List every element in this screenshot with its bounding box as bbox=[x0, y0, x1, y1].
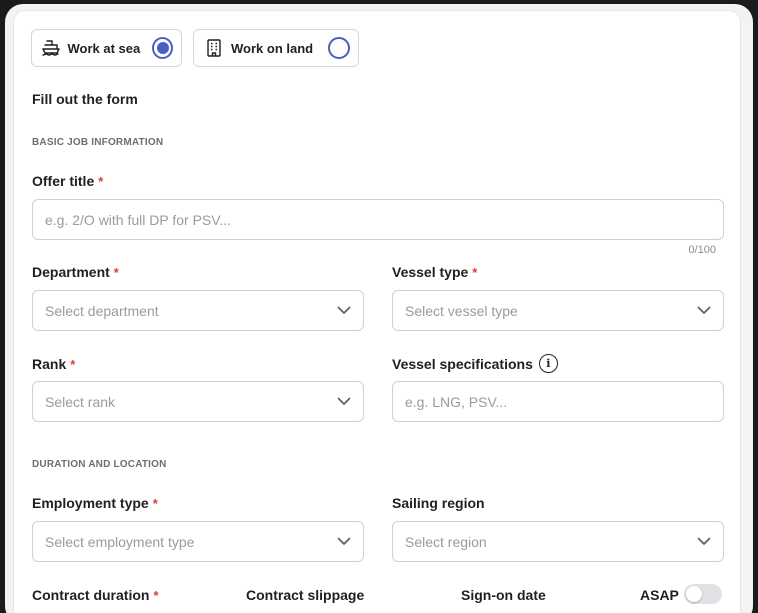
department-label: Department * bbox=[32, 264, 119, 280]
required-marker: * bbox=[70, 356, 76, 372]
required-marker: * bbox=[98, 173, 104, 189]
sailing-region-placeholder: Select region bbox=[405, 533, 487, 550]
employment-type-label: Employment type * bbox=[32, 495, 158, 511]
offer-title-input[interactable]: e.g. 2/O with full DP for PSV... bbox=[32, 199, 724, 240]
vessel-type-label: Vessel type * bbox=[392, 264, 477, 280]
vessel-specifications-placeholder: e.g. LNG, PSV... bbox=[405, 393, 508, 410]
form-heading: Fill out the form bbox=[32, 91, 138, 107]
required-marker: * bbox=[153, 587, 159, 603]
required-marker: * bbox=[472, 264, 478, 280]
work-at-sea-radio[interactable] bbox=[152, 37, 173, 59]
rank-label: Rank * bbox=[32, 356, 75, 372]
sailing-region-select[interactable]: Select region bbox=[392, 521, 724, 562]
work-at-sea-label: Work at sea bbox=[67, 40, 141, 56]
sailing-region-label-text: Sailing region bbox=[392, 495, 485, 511]
building-icon bbox=[203, 37, 225, 59]
offer-title-label: Offer title * bbox=[32, 173, 103, 189]
department-select[interactable]: Select department bbox=[32, 290, 364, 331]
department-label-text: Department bbox=[32, 264, 110, 280]
chevron-down-icon bbox=[337, 395, 351, 409]
chevron-down-icon bbox=[337, 304, 351, 318]
contract-slippage-label-text: Contract slippage bbox=[246, 587, 365, 603]
department-placeholder: Select department bbox=[45, 302, 159, 319]
contract-duration-label-text: Contract duration bbox=[32, 587, 150, 603]
radio-selected-dot bbox=[156, 42, 169, 54]
asap-label-text: ASAP bbox=[640, 587, 679, 603]
contract-duration-label: Contract duration * bbox=[32, 587, 159, 603]
required-marker: * bbox=[152, 495, 158, 511]
vessel-type-select[interactable]: Select vessel type bbox=[392, 290, 724, 331]
sailing-region-label: Sailing region bbox=[392, 495, 485, 511]
job-offer-form: Work at sea Work on land Fill out the fo… bbox=[13, 10, 741, 613]
offer-title-label-text: Offer title bbox=[32, 173, 95, 189]
work-on-land-radio[interactable] bbox=[328, 37, 350, 59]
required-marker: * bbox=[113, 264, 119, 280]
vessel-type-placeholder: Select vessel type bbox=[405, 302, 518, 319]
offer-title-char-counter: 0/100 bbox=[688, 244, 716, 256]
vessel-specifications-label-text: Vessel specifications bbox=[392, 355, 533, 372]
offer-title-placeholder: e.g. 2/O with full DP for PSV... bbox=[45, 211, 231, 228]
section-basic-job-information: BASIC JOB INFORMATION bbox=[32, 137, 164, 148]
vessel-type-label-text: Vessel type bbox=[392, 264, 469, 280]
work-at-sea-option[interactable]: Work at sea bbox=[31, 29, 182, 67]
chevron-down-icon bbox=[337, 535, 351, 549]
rank-select[interactable]: Select rank bbox=[32, 381, 364, 422]
vessel-specifications-input[interactable]: e.g. LNG, PSV... bbox=[392, 381, 724, 422]
asap-label: ASAP bbox=[640, 587, 679, 603]
section-duration-and-location: DURATION AND LOCATION bbox=[32, 459, 167, 470]
chevron-down-icon bbox=[697, 304, 711, 318]
work-on-land-option[interactable]: Work on land bbox=[193, 29, 359, 67]
employment-type-select[interactable]: Select employment type bbox=[32, 521, 364, 562]
ship-icon bbox=[41, 37, 61, 59]
info-icon[interactable]: i bbox=[538, 354, 558, 373]
work-on-land-label: Work on land bbox=[231, 40, 314, 56]
rank-label-text: Rank bbox=[32, 356, 67, 372]
sign-on-date-label: Sign-on date bbox=[461, 587, 546, 603]
employment-type-label-text: Employment type bbox=[32, 495, 149, 511]
employment-type-placeholder: Select employment type bbox=[45, 533, 195, 550]
chevron-down-icon bbox=[697, 535, 711, 549]
toggle-knob bbox=[686, 586, 702, 602]
sign-on-date-label-text: Sign-on date bbox=[461, 587, 546, 603]
asap-toggle[interactable] bbox=[684, 584, 722, 604]
vessel-specifications-label: Vessel specifications i bbox=[392, 354, 558, 373]
contract-slippage-label: Contract slippage bbox=[246, 587, 364, 603]
rank-placeholder: Select rank bbox=[45, 393, 116, 410]
